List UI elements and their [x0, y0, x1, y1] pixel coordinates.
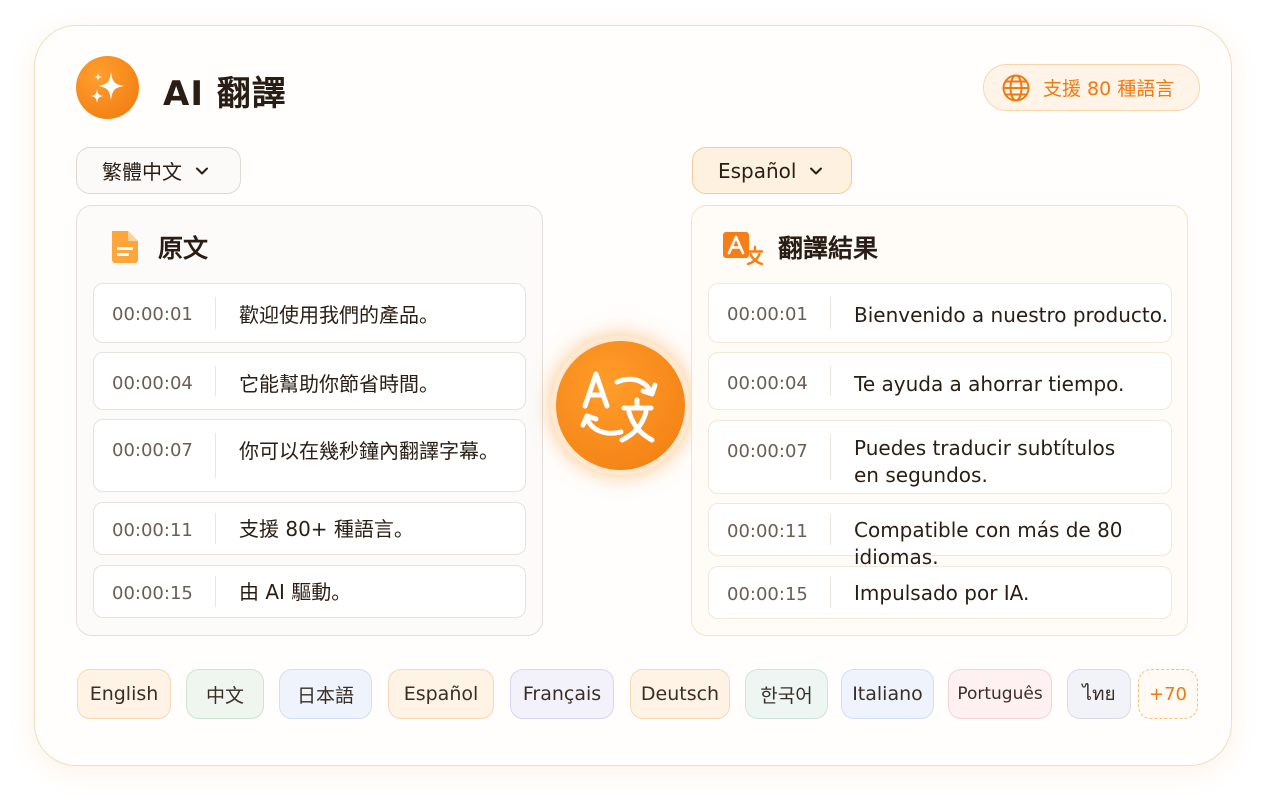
- support-label: 支援 80 種語言: [1043, 78, 1175, 100]
- timestamp: 00:00:04: [709, 366, 831, 396]
- subtitle-text: 歡迎使用我們的產品。: [239, 303, 439, 327]
- translated-row[interactable]: 00:00:01 Bienvenido a nuestro producto.: [708, 283, 1172, 343]
- target-panel-title: 翻譯結果: [778, 234, 879, 263]
- language-chip-chinese[interactable]: 中文: [186, 669, 264, 719]
- language-chip-english[interactable]: English: [77, 669, 171, 719]
- timestamp: 00:00:01: [709, 297, 831, 329]
- subtitle-row[interactable]: 00:00:11 支援 80+ 種語言。: [93, 502, 526, 555]
- language-chip-korean[interactable]: 한국어: [745, 669, 828, 719]
- subtitle-text: 由 AI 驅動。: [239, 580, 352, 604]
- translated-text-line: en segundos.: [854, 463, 988, 487]
- translate-swap-icon: [580, 371, 657, 442]
- source-panel: 原文 00:00:01 歡迎使用我們的產品。 00:00:04 它能幫助你節省時…: [76, 205, 543, 636]
- target-panel-header: 翻譯結果: [722, 228, 878, 266]
- chevron-down-icon: [810, 167, 823, 174]
- timestamp: 00:00:04: [94, 366, 216, 396]
- translated-text: Impulsado por IA.: [854, 581, 1030, 605]
- translated-text: Puedes traducir subtítulos en segundos.: [831, 421, 1115, 493]
- language-chip-french[interactable]: Français: [510, 669, 614, 719]
- subtitle-row[interactable]: 00:00:07 你可以在幾秒鐘內翻譯字幕。: [93, 419, 526, 492]
- translated-text: Compatible con más de 80 idiomas.: [854, 518, 1123, 569]
- source-language-label: 繁體中文: [102, 160, 182, 184]
- timestamp: 00:00:11: [709, 514, 831, 545]
- source-panel-title: 原文: [158, 234, 209, 263]
- translate-button[interactable]: [551, 336, 690, 475]
- target-language-label: Español: [718, 158, 797, 183]
- timestamp: 00:00:15: [709, 577, 831, 608]
- language-chip-thai[interactable]: ไทย: [1067, 669, 1131, 719]
- translate-icon: [723, 232, 764, 266]
- translated-text-line: Puedes traducir subtítulos: [854, 436, 1116, 460]
- target-panel: 翻譯結果 00:00:01 Bienvenido a nuestro produ…: [691, 205, 1188, 636]
- timestamp: 00:00:11: [94, 513, 216, 544]
- timestamp: 00:00:15: [94, 576, 216, 607]
- timestamp: 00:00:07: [94, 433, 216, 478]
- translated-row[interactable]: 00:00:04 Te ayuda a ahorrar tiempo.: [708, 352, 1172, 410]
- globe-icon: [1002, 74, 1030, 101]
- language-chip-japanese[interactable]: 日本語: [279, 669, 372, 719]
- translated-text: Te ayuda a ahorrar tiempo.: [854, 372, 1125, 396]
- more-languages-chip[interactable]: +70: [1138, 669, 1198, 719]
- language-chip-german[interactable]: Deutsch: [630, 669, 730, 719]
- source-panel-header: 原文: [106, 228, 208, 266]
- sparkle-icon: [76, 56, 139, 119]
- language-chip-italian[interactable]: Italiano: [841, 669, 934, 719]
- subtitle-text: 它能幫助你節省時間。: [239, 372, 439, 396]
- timestamp: 00:00:07: [709, 434, 831, 480]
- app-title: AI 翻譯: [163, 74, 287, 114]
- translated-row[interactable]: 00:00:15 Impulsado por IA.: [708, 566, 1172, 619]
- chevron-down-icon: [196, 167, 208, 174]
- language-chip-spanish[interactable]: Español: [388, 669, 494, 719]
- subtitle-row[interactable]: 00:00:04 它能幫助你節省時間。: [93, 352, 526, 410]
- subtitle-row[interactable]: 00:00:01 歡迎使用我們的產品。: [93, 283, 526, 343]
- subtitle-text: 你可以在幾秒鐘內翻譯字幕。: [239, 439, 499, 463]
- translated-row[interactable]: 00:00:11 Compatible con más de 80 idioma…: [708, 503, 1172, 569]
- language-support-badge[interactable]: 支援 80 種語言: [983, 64, 1200, 111]
- translated-row[interactable]: 00:00:07 Puedes traducir subtítulos en s…: [708, 420, 1172, 494]
- translated-text: Bienvenido a nuestro producto.: [854, 303, 1168, 327]
- target-language-select[interactable]: Español: [692, 147, 852, 194]
- source-language-select[interactable]: 繁體中文: [76, 147, 241, 194]
- timestamp: 00:00:01: [94, 297, 216, 329]
- subtitle-row[interactable]: 00:00:15 由 AI 驅動。: [93, 565, 526, 618]
- subtitle-text: 支援 80+ 種語言。: [239, 517, 414, 541]
- language-chip-portuguese[interactable]: Português: [948, 669, 1052, 719]
- document-icon: [112, 231, 138, 263]
